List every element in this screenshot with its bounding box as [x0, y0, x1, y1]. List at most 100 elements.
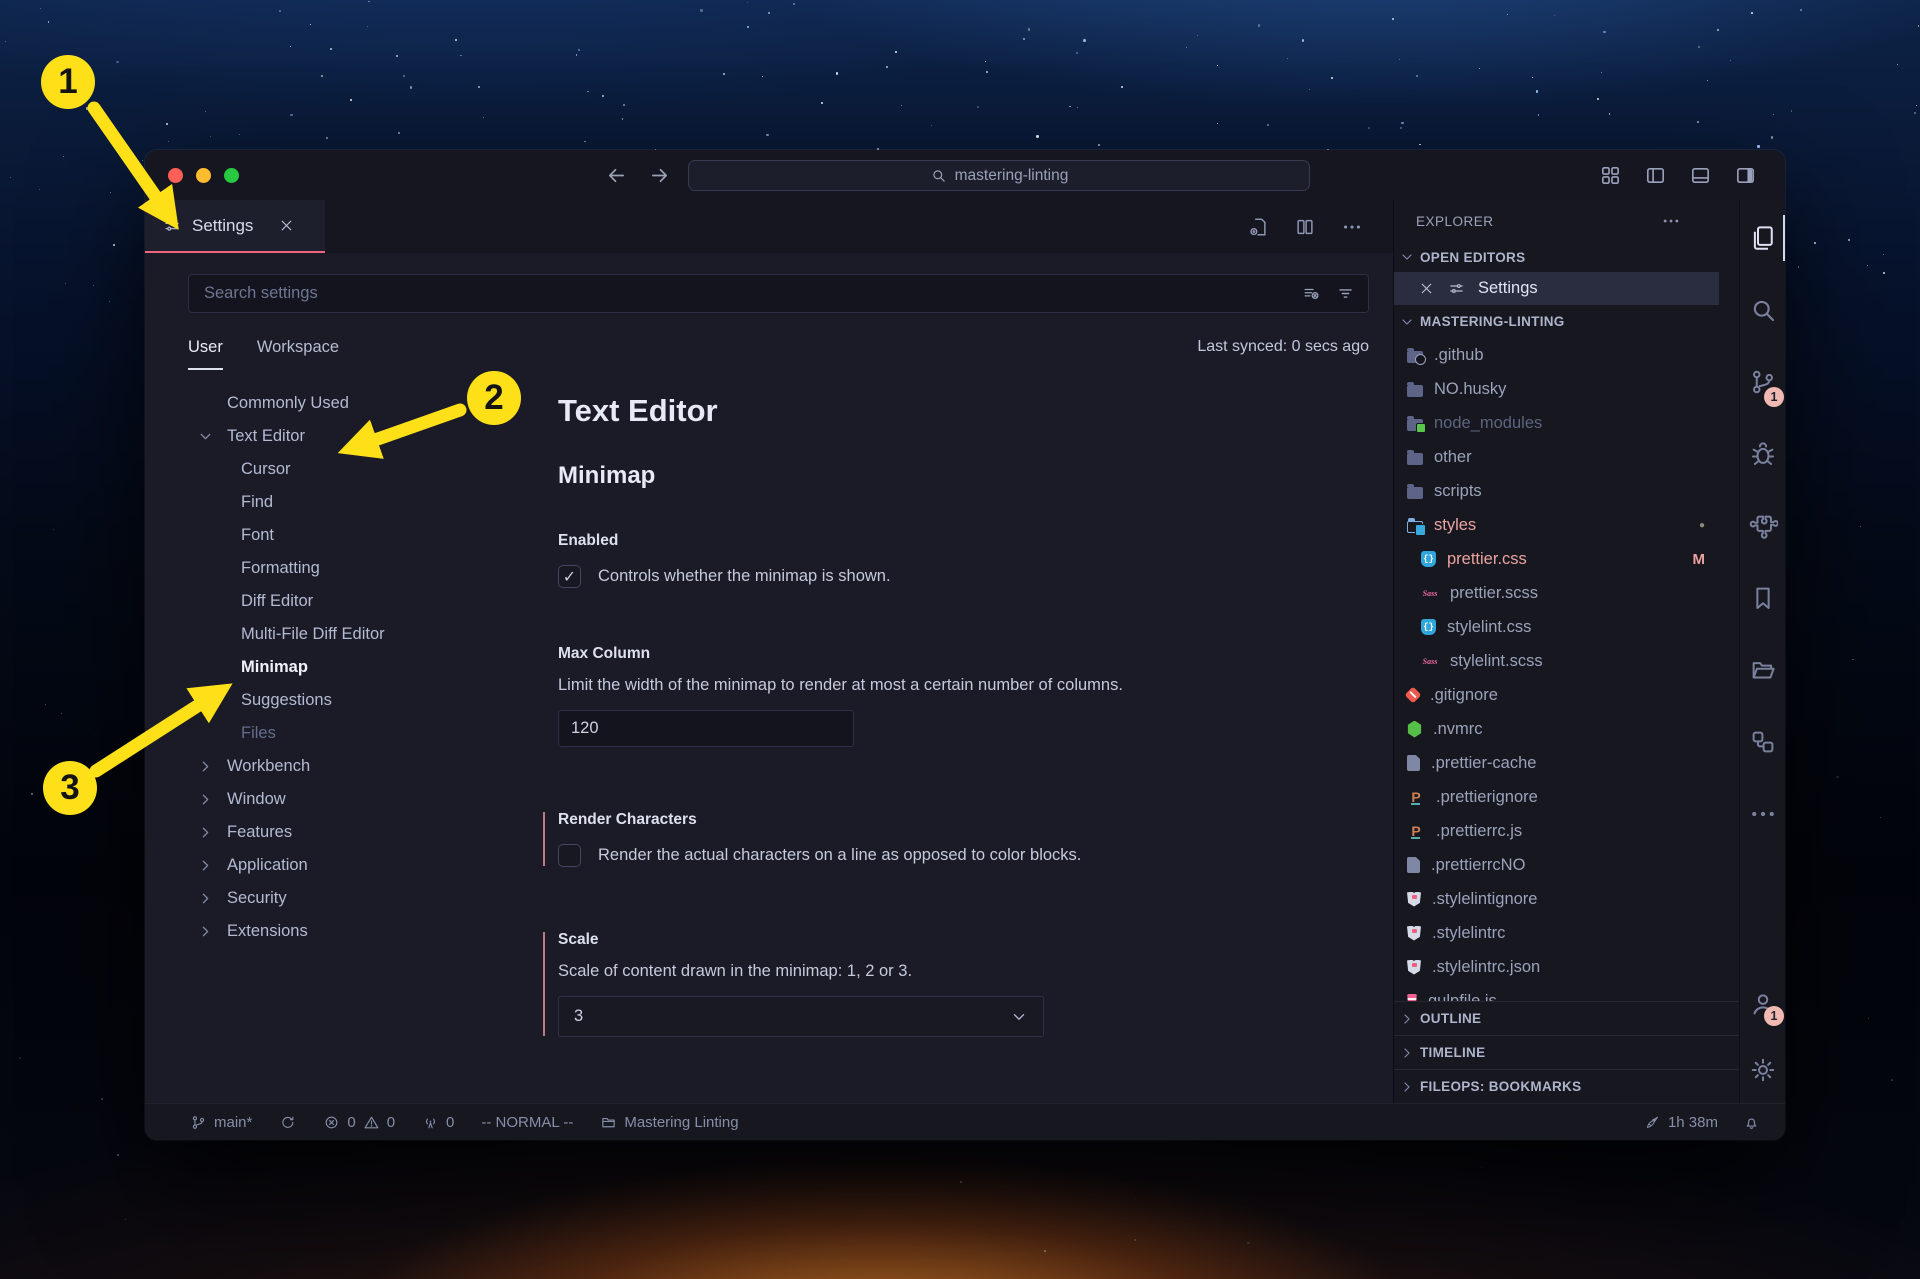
file-row[interactable]: NO.husky — [1394, 372, 1739, 406]
close-window-button[interactable] — [168, 168, 183, 183]
sidebar-section-header[interactable]: OUTLINE — [1394, 1001, 1739, 1035]
toc-item[interactable]: Application — [145, 849, 517, 882]
file-row[interactable]: scripts — [1394, 474, 1739, 508]
close-editor-icon[interactable] — [1418, 280, 1435, 297]
toc-item[interactable]: Minimap — [145, 651, 517, 684]
activity-explorer-button[interactable] — [1740, 202, 1785, 274]
grid-layout-icon[interactable] — [1599, 164, 1622, 187]
toc-item[interactable]: Font — [145, 519, 517, 552]
open-editor-settings-row[interactable]: Settings — [1394, 272, 1719, 305]
setting-name: Scale — [558, 931, 1363, 949]
toc-item[interactable]: Security — [145, 882, 517, 915]
file-type-icon — [1421, 619, 1436, 635]
file-row[interactable]: styles ● — [1394, 508, 1739, 542]
render-characters-checkbox[interactable] — [558, 844, 581, 867]
project-folder-header[interactable]: MASTERING-LINTING — [1394, 305, 1739, 338]
toggle-left-sidebar-icon[interactable] — [1644, 164, 1667, 187]
chevron-down-icon — [1399, 314, 1415, 330]
activity-search-button[interactable] — [1740, 274, 1785, 346]
clear-settings-search-icon[interactable] — [1302, 284, 1321, 303]
file-row[interactable]: .nvmrc — [1394, 712, 1739, 746]
more-editor-actions-button[interactable] — [1341, 216, 1363, 238]
settings-search-input[interactable] — [202, 283, 1302, 304]
open-settings-json-button[interactable] — [1247, 216, 1269, 238]
activity-debug-button[interactable] — [1740, 418, 1785, 490]
command-center-search[interactable]: mastering-linting — [688, 160, 1310, 191]
file-row[interactable]: .stylelintignore — [1394, 882, 1739, 916]
file-row[interactable]: .stylelintrc.json — [1394, 950, 1739, 984]
scale-select[interactable]: 3 — [558, 996, 1044, 1037]
file-row[interactable]: .prettierrcNO — [1394, 848, 1739, 882]
file-row[interactable]: .prettierignore — [1394, 780, 1739, 814]
toc-item[interactable]: Extensions — [145, 915, 517, 948]
activity-source-control-button[interactable]: 1 — [1740, 346, 1785, 418]
enabled-checkbox[interactable] — [558, 565, 581, 588]
toc-item[interactable]: Cursor — [145, 453, 517, 486]
file-row[interactable]: .github — [1394, 338, 1739, 372]
activity-bookmarks-button[interactable] — [1740, 562, 1785, 634]
toc-item-label: Extensions — [227, 922, 308, 941]
file-row[interactable]: node_modules — [1394, 406, 1739, 440]
notifications-bell[interactable] — [1743, 1114, 1760, 1131]
activity-more-button[interactable] — [1740, 778, 1785, 850]
settings-scope-row: User Workspace Last synced: 0 secs ago — [188, 338, 1369, 370]
vim-mode-status[interactable]: -- NORMAL -- — [481, 1114, 573, 1131]
toc-item[interactable]: Find — [145, 486, 517, 519]
sync-status[interactable] — [279, 1114, 296, 1131]
sidebar-section-header[interactable]: TIMELINE — [1394, 1035, 1739, 1069]
file-row[interactable]: .prettier-cache — [1394, 746, 1739, 780]
toc-item[interactable]: Diff Editor — [145, 585, 517, 618]
filter-settings-icon[interactable] — [1336, 284, 1355, 303]
scope-tab[interactable]: Workspace — [257, 338, 339, 370]
explorer-more-actions-icon[interactable] — [1661, 211, 1681, 231]
chevron-right-icon — [197, 758, 214, 775]
toc-item[interactable]: Formatting — [145, 552, 517, 585]
toc-item[interactable]: Text Editor — [145, 420, 517, 453]
problems-status[interactable]: 0 0 — [323, 1114, 395, 1131]
toggle-panel-icon[interactable] — [1689, 164, 1712, 187]
status-icon — [279, 1114, 296, 1131]
maximize-window-button[interactable] — [224, 168, 239, 183]
file-row[interactable]: prettier.css M — [1394, 542, 1739, 576]
activity-file-ops-button[interactable] — [1740, 634, 1785, 706]
settings-subgroup-title: Minimap — [558, 462, 1363, 490]
back-icon[interactable] — [605, 164, 628, 187]
account-button[interactable]: 1 — [1740, 971, 1785, 1037]
minimize-window-button[interactable] — [196, 168, 211, 183]
toc-item[interactable]: Features — [145, 816, 517, 849]
close-tab-icon[interactable] — [278, 217, 295, 234]
forward-icon[interactable] — [648, 164, 671, 187]
file-row[interactable]: gulpfile.js — [1394, 984, 1739, 1001]
file-row[interactable]: .stylelintrc — [1394, 916, 1739, 950]
manage-gear-button[interactable] — [1740, 1037, 1785, 1103]
tab-settings[interactable]: Settings — [145, 200, 325, 253]
toc-item[interactable]: Suggestions — [145, 684, 517, 717]
activity-project-manager-button[interactable] — [1740, 706, 1785, 778]
toc-item[interactable]: Multi-File Diff Editor — [145, 618, 517, 651]
toc-item[interactable]: Workbench — [145, 750, 517, 783]
file-row[interactable]: .gitignore — [1394, 678, 1739, 712]
project-name-status[interactable]: Mastering Linting — [600, 1114, 738, 1131]
split-editor-button[interactable] — [1294, 216, 1316, 238]
file-row[interactable]: stylelint.scss — [1394, 644, 1739, 678]
activity-badge: 1 — [1764, 1006, 1784, 1026]
scope-tab[interactable]: User — [188, 338, 223, 370]
open-editors-header[interactable]: OPEN EDITORS — [1394, 242, 1739, 272]
max-column-input[interactable]: 120 — [558, 710, 854, 747]
file-row[interactable]: other — [1394, 440, 1739, 474]
file-name: .gitignore — [1430, 686, 1498, 705]
git-branch-status[interactable]: main* — [190, 1114, 252, 1131]
file-row[interactable]: prettier.scss — [1394, 576, 1739, 610]
toc-item[interactable]: Files — [145, 717, 517, 750]
toc-item[interactable]: Commonly Used — [145, 387, 517, 420]
toc-item[interactable]: Window — [145, 783, 517, 816]
session-time-status[interactable]: 1h 38m — [1644, 1114, 1718, 1131]
file-row[interactable]: stylelint.css — [1394, 610, 1739, 644]
sidebar-section-header[interactable]: FILEOPS: BOOKMARKS — [1394, 1069, 1739, 1103]
activity-extensions-button[interactable] — [1740, 490, 1785, 562]
toggle-right-sidebar-icon[interactable] — [1734, 164, 1757, 187]
file-type-icon — [1407, 755, 1420, 771]
ports-status[interactable]: 0 — [422, 1114, 454, 1131]
file-row[interactable]: .prettierrc.js — [1394, 814, 1739, 848]
setting-minimap-enabled: Enabled Controls whether the minimap is … — [558, 532, 1363, 588]
